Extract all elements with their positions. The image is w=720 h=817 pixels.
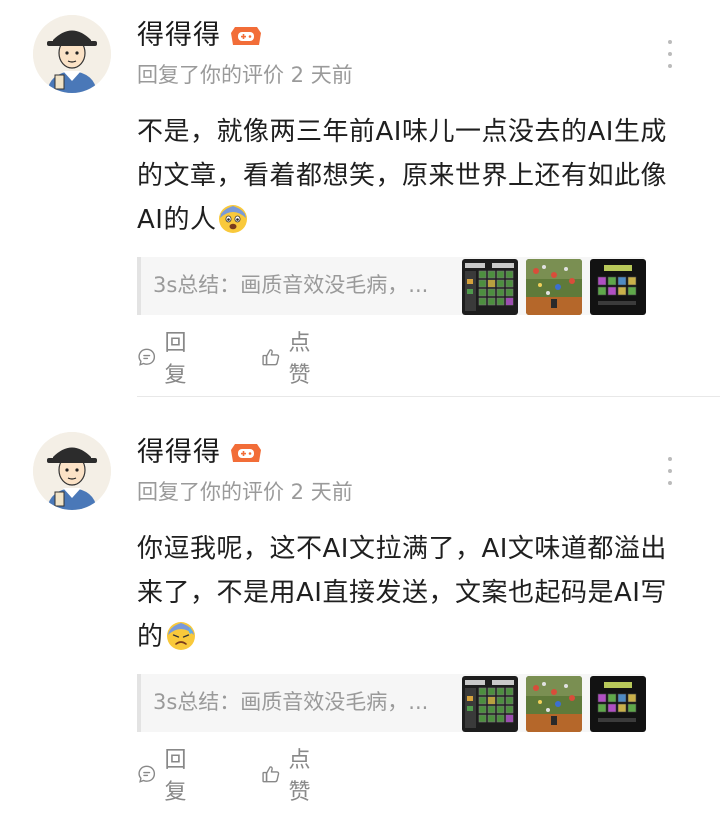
username[interactable]: 得得得 — [137, 433, 221, 473]
like-label: 点赞 — [288, 748, 311, 805]
game-inventory-screenshot — [462, 259, 518, 315]
comment-text: 你逗我呢，这不AI文拉满了，AI文味道都溢出来了，不是用AI直接发送，文案也起码… — [137, 527, 682, 659]
game-battlefield-screenshot — [526, 676, 582, 732]
game-controller-badge-icon — [229, 21, 263, 51]
comment-text-content: 不是，就像两三年前AI味儿一点没去的AI生成的文章，看着都想笑，原来世界上还有如… — [137, 117, 668, 235]
avatar[interactable] — [33, 432, 111, 510]
comment-item: 得得得 回复了你的评价 2 天前 不是，就像两三年前AI味儿一点没去的AI生成的… — [0, 0, 720, 400]
avatar[interactable] — [33, 15, 111, 93]
comment-text-content: 你逗我呢，这不AI文拉满了，AI文味道都溢出来了，不是用AI直接发送，文案也起码… — [137, 534, 667, 652]
anxious-sweat-face-emoji — [166, 622, 195, 650]
comment-bubble-icon — [138, 765, 156, 783]
game-controller-badge-icon — [229, 438, 263, 468]
game-battlefield-screenshot — [526, 259, 582, 315]
scholar-avatar-icon — [33, 15, 111, 93]
comment-text: 不是，就像两三年前AI味儿一点没去的AI生成的文章，看着都想笑，原来世界上还有如… — [137, 110, 682, 242]
scholar-avatar-icon — [33, 432, 111, 510]
review-preview-card[interactable]: 3s总结：画质音效没毛病，... — [137, 257, 646, 315]
like-button[interactable]: 点赞 — [261, 748, 319, 805]
preview-text: 3s总结：画质音效没毛病，... — [153, 690, 429, 714]
comment-item: 得得得 回复了你的评价 2 天前 你逗我呢，这不AI文拉满了，AI文味道都溢出来… — [0, 417, 720, 817]
thumbs-up-icon — [262, 766, 280, 783]
game-menu-screenshot — [590, 676, 646, 732]
like-label: 点赞 — [288, 331, 311, 388]
more-options-icon[interactable] — [664, 457, 676, 485]
game-menu-screenshot — [590, 259, 646, 315]
username[interactable]: 得得得 — [137, 16, 221, 56]
reply-button[interactable]: 回复 — [137, 331, 195, 388]
comment-bubble-icon — [138, 348, 156, 366]
fearful-face-emoji — [219, 205, 248, 233]
reply-button[interactable]: 回复 — [137, 748, 195, 805]
like-button[interactable]: 点赞 — [261, 331, 319, 388]
reply-label: 回复 — [164, 331, 187, 388]
review-preview-card[interactable]: 3s总结：画质音效没毛病，... — [137, 674, 646, 732]
comment-meta: 回复了你的评价 2 天前 — [137, 63, 353, 87]
divider — [137, 396, 720, 397]
thumbs-up-icon — [262, 349, 280, 366]
comment-meta: 回复了你的评价 2 天前 — [137, 480, 353, 504]
reply-label: 回复 — [164, 748, 187, 805]
game-inventory-screenshot — [462, 676, 518, 732]
more-options-icon[interactable] — [664, 40, 676, 68]
preview-text: 3s总结：画质音效没毛病，... — [153, 273, 429, 297]
